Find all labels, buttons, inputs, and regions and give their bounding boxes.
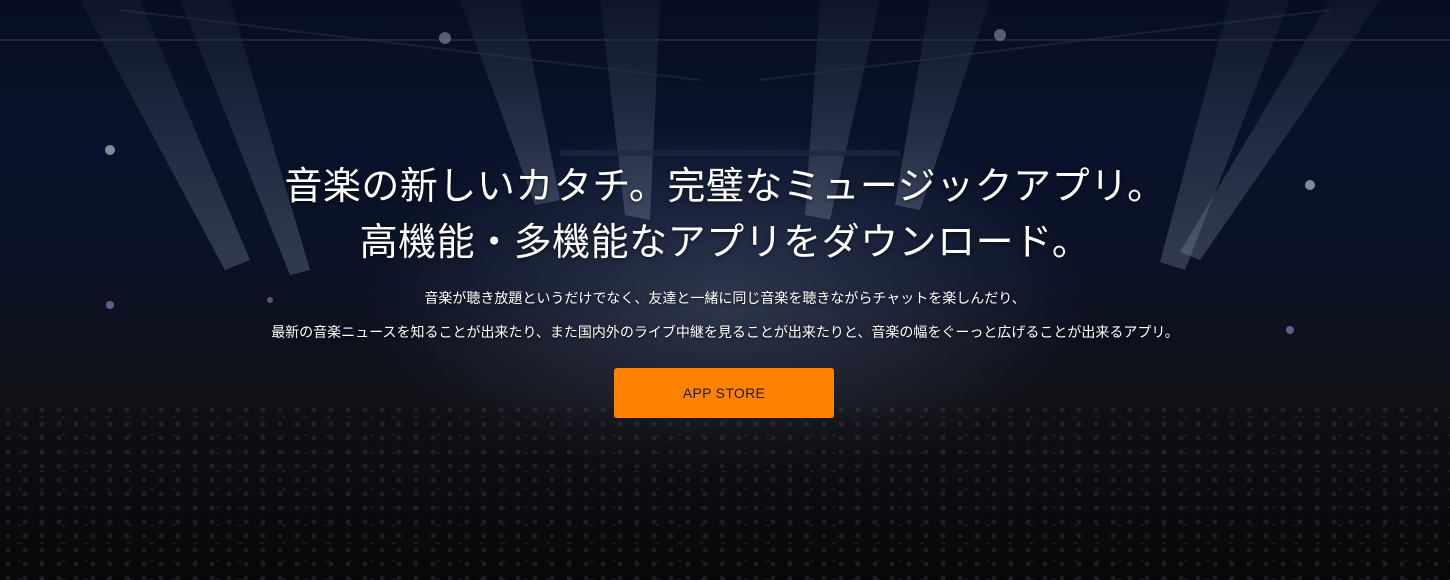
hero-description: 音楽が聴き放題というだけでなく、友達と一緒に同じ音楽を聴きながらチャットを楽しん… (0, 282, 1450, 350)
description-line-2: 最新の音楽ニュースを知ることが出来たり、また国内外のライブ中継を見ることが出来た… (271, 325, 1179, 341)
description-line-1: 音楽が聴き放題というだけでなく、友達と一緒に同じ音楽を聴きながらチャットを楽しん… (424, 291, 1026, 307)
headline-line-2: 高機能・多機能なアプリをダウンロード。 (359, 220, 1091, 264)
app-store-button[interactable]: APP STORE (614, 368, 834, 418)
hero-section: 音楽の新しいカタチ。完璧なミュージックアプリ。 高機能・多機能なアプリをダウンロ… (0, 0, 1450, 580)
headline-line-1: 音楽の新しいカタチ。完璧なミュージックアプリ。 (284, 164, 1166, 208)
hero-headline: 音楽の新しいカタチ。完璧なミュージックアプリ。 高機能・多機能なアプリをダウンロ… (0, 158, 1450, 270)
